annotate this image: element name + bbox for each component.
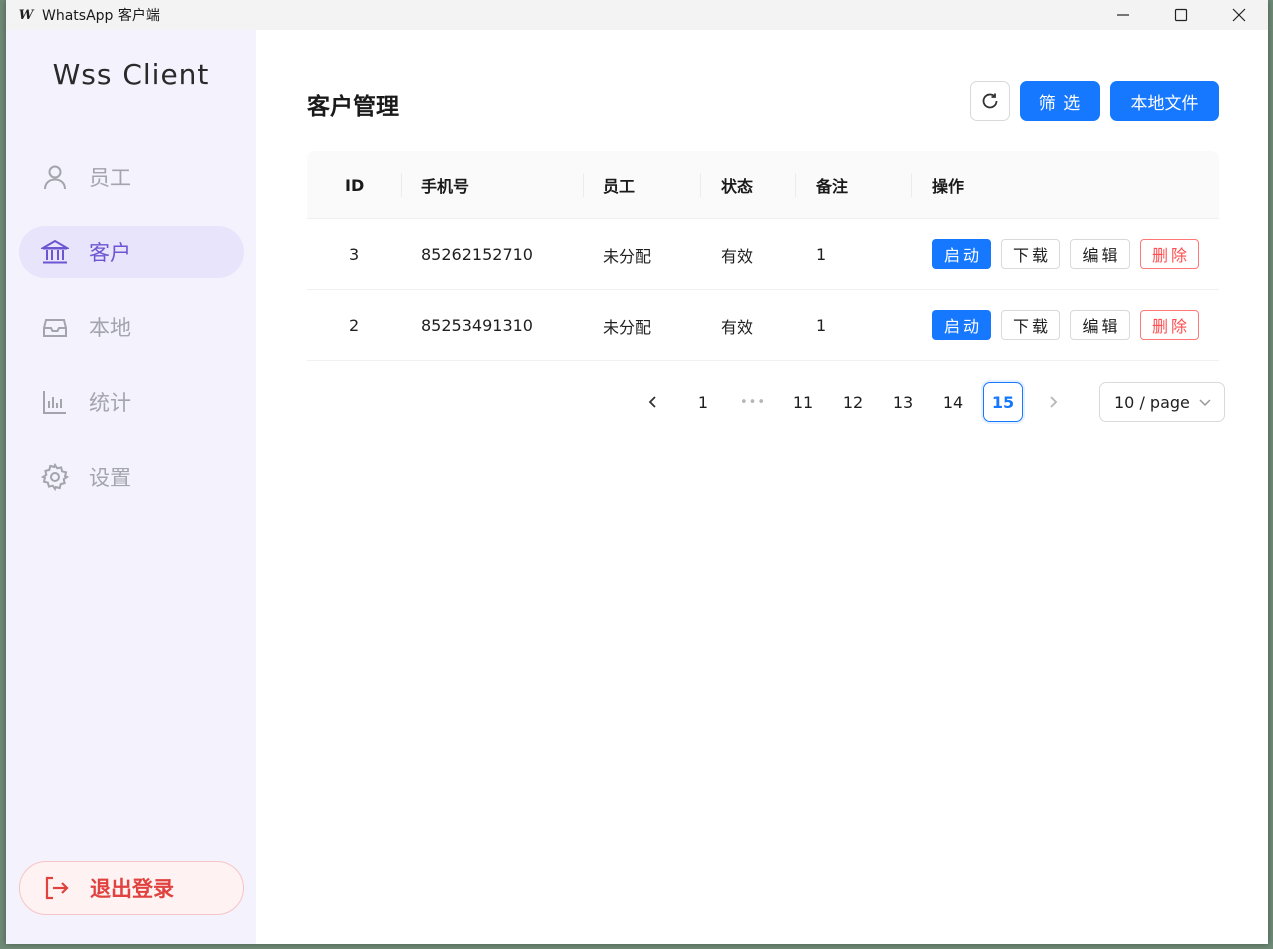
minimize-button[interactable] bbox=[1094, 0, 1152, 30]
chevron-right-icon bbox=[1050, 396, 1058, 408]
download-button[interactable]: 下载 bbox=[1001, 239, 1060, 269]
user-icon bbox=[41, 163, 69, 191]
logout-label: 退出登录 bbox=[90, 877, 174, 901]
sidebar-item-stats[interactable]: 统计 bbox=[19, 376, 244, 428]
cell-phone: 85262152710 bbox=[421, 245, 533, 264]
title-bar[interactable]: W WhatsApp 客户端 bbox=[6, 0, 1268, 30]
page-button-13[interactable]: 13 bbox=[883, 382, 923, 422]
customer-table: ID 手机号 员工 状态 备注 操作 3 85262152710 未分配 有效 … bbox=[307, 151, 1219, 361]
column-header-status: 状态 bbox=[721, 177, 754, 196]
brand-title: Wss Client bbox=[52, 58, 210, 91]
page-button-12[interactable]: 12 bbox=[833, 382, 873, 422]
column-header-staff: 员工 bbox=[603, 177, 636, 196]
sidebar-item-label: 员工 bbox=[89, 166, 131, 190]
download-button[interactable]: 下载 bbox=[1001, 310, 1060, 340]
page-ellipsis[interactable]: ••• bbox=[733, 382, 773, 422]
page-size-select[interactable]: 10 / page bbox=[1099, 382, 1225, 422]
gear-icon bbox=[41, 463, 69, 491]
local-file-button[interactable]: 本地文件 bbox=[1110, 81, 1219, 121]
start-button[interactable]: 启动 bbox=[932, 310, 991, 340]
table-header: ID 手机号 员工 状态 备注 操作 bbox=[307, 151, 1219, 219]
page-title: 客户管理 bbox=[307, 94, 399, 120]
sidebar-item-customers[interactable]: 客户 bbox=[19, 226, 244, 278]
chevron-left-icon bbox=[648, 396, 656, 408]
logout-icon bbox=[42, 874, 70, 902]
close-icon bbox=[1232, 8, 1246, 22]
app-window: W WhatsApp 客户端 Wss Client 员工 客户 本地 统计 设置… bbox=[6, 0, 1268, 944]
cell-note: 1 bbox=[816, 245, 827, 264]
page-size-value: 10 / page bbox=[1114, 392, 1190, 412]
filter-button[interactable]: 筛 选 bbox=[1020, 81, 1100, 121]
column-divider bbox=[583, 173, 584, 197]
delete-button[interactable]: 删除 bbox=[1140, 310, 1199, 340]
edit-button[interactable]: 编辑 bbox=[1070, 239, 1130, 269]
column-divider bbox=[911, 173, 912, 197]
start-button[interactable]: 启动 bbox=[932, 239, 991, 269]
chevron-down-icon bbox=[1199, 399, 1211, 407]
inbox-icon bbox=[41, 313, 69, 341]
column-header-id: ID bbox=[345, 175, 365, 195]
app-logo-icon: W bbox=[18, 7, 34, 23]
refresh-icon bbox=[982, 93, 998, 109]
sidebar-item-local[interactable]: 本地 bbox=[19, 301, 244, 353]
minimize-icon bbox=[1117, 14, 1129, 16]
table-row: 2 85253491310 未分配 有效 1 启动 下载 编辑 删除 bbox=[307, 290, 1219, 361]
cell-staff: 未分配 bbox=[603, 246, 652, 266]
page-button-14[interactable]: 14 bbox=[933, 382, 973, 422]
sidebar-item-label: 客户 bbox=[89, 241, 131, 265]
page-button-1[interactable]: 1 bbox=[683, 382, 723, 422]
cell-status: 有效 bbox=[721, 317, 754, 337]
column-divider bbox=[401, 173, 402, 197]
sidebar-item-label: 本地 bbox=[89, 316, 131, 340]
maximize-icon bbox=[1174, 8, 1188, 22]
cell-id: 2 bbox=[349, 316, 360, 335]
page-button-15[interactable]: 15 bbox=[983, 382, 1023, 422]
cell-note: 1 bbox=[816, 316, 827, 335]
table-row: 3 85262152710 未分配 有效 1 启动 下载 编辑 删除 bbox=[307, 219, 1219, 290]
sidebar-item-settings[interactable]: 设置 bbox=[19, 451, 244, 503]
column-header-note: 备注 bbox=[816, 177, 849, 196]
column-header-actions: 操作 bbox=[932, 177, 965, 196]
window-title: WhatsApp 客户端 bbox=[42, 8, 160, 24]
logout-button[interactable]: 退出登录 bbox=[19, 861, 244, 915]
next-page-button[interactable] bbox=[1033, 382, 1073, 422]
sidebar-item-staff[interactable]: 员工 bbox=[19, 151, 244, 203]
prev-page-button[interactable] bbox=[633, 382, 673, 422]
bar-chart-icon bbox=[41, 388, 69, 416]
page-button-11[interactable]: 11 bbox=[783, 382, 823, 422]
window-controls bbox=[1094, 0, 1268, 30]
sidebar-item-label: 设置 bbox=[89, 466, 131, 490]
cell-id: 3 bbox=[349, 245, 360, 264]
sidebar-item-label: 统计 bbox=[89, 391, 131, 415]
maximize-button[interactable] bbox=[1152, 0, 1210, 30]
column-divider bbox=[795, 173, 796, 197]
sidebar: Wss Client 员工 客户 本地 统计 设置 退出登录 bbox=[6, 30, 256, 944]
column-divider bbox=[700, 173, 701, 197]
refresh-button[interactable] bbox=[970, 81, 1010, 121]
bank-icon bbox=[41, 238, 69, 266]
close-button[interactable] bbox=[1210, 0, 1268, 30]
delete-button[interactable]: 删除 bbox=[1140, 239, 1199, 269]
cell-phone: 85253491310 bbox=[421, 316, 533, 335]
cell-staff: 未分配 bbox=[603, 317, 652, 337]
column-header-phone: 手机号 bbox=[421, 177, 470, 196]
main-content: 客户管理 筛 选 本地文件 ID 手机号 员工 状态 备注 操作 3 85262… bbox=[256, 30, 1268, 944]
cell-status: 有效 bbox=[721, 246, 754, 266]
edit-button[interactable]: 编辑 bbox=[1070, 310, 1130, 340]
